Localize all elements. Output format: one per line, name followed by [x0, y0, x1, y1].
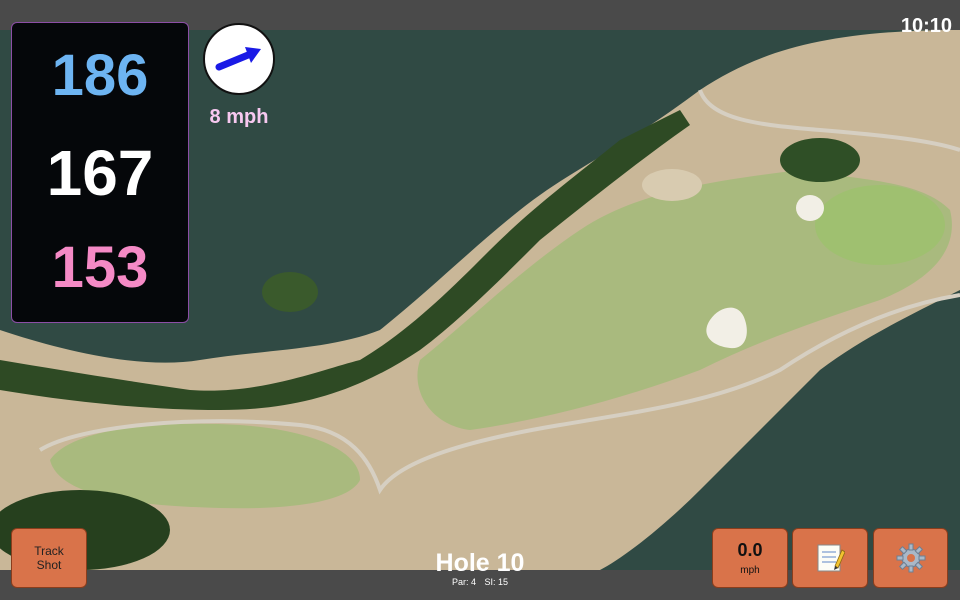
speed-value: 0.0	[737, 540, 763, 560]
notepad-icon	[817, 544, 845, 572]
hole-info: Par: 4 SI: 15	[380, 577, 580, 587]
distance-front: 153	[51, 235, 149, 300]
distance-back: 186	[51, 43, 149, 108]
gear-icon	[896, 543, 925, 573]
track-shot-label-line2: Shot	[36, 558, 62, 572]
waste-area	[642, 169, 702, 201]
putting-green	[815, 185, 945, 265]
clock: 10:10	[900, 15, 952, 37]
track-shot-label-line1: Track	[34, 544, 64, 558]
wind-speed: 8 mph	[209, 106, 269, 128]
notes-button[interactable]	[792, 528, 868, 588]
island-trees	[262, 272, 318, 312]
hole-title: Hole 10	[435, 549, 525, 577]
wind-compass	[203, 23, 275, 95]
hole-par: Par: 4	[451, 577, 476, 587]
track-shot-button[interactable]: Track Shot	[11, 528, 87, 588]
wind-arrow-icon	[215, 47, 261, 71]
bunker-green	[796, 195, 824, 221]
speed-unit: mph	[740, 565, 760, 576]
distance-panel: 186 167 153	[11, 22, 189, 323]
speed-button[interactable]: 0.0 mph	[712, 528, 788, 588]
distance-middle: 167	[46, 137, 154, 209]
hole-stroke-index: SI: 15	[484, 577, 509, 587]
settings-button[interactable]	[873, 528, 948, 588]
green-trees	[780, 138, 860, 182]
